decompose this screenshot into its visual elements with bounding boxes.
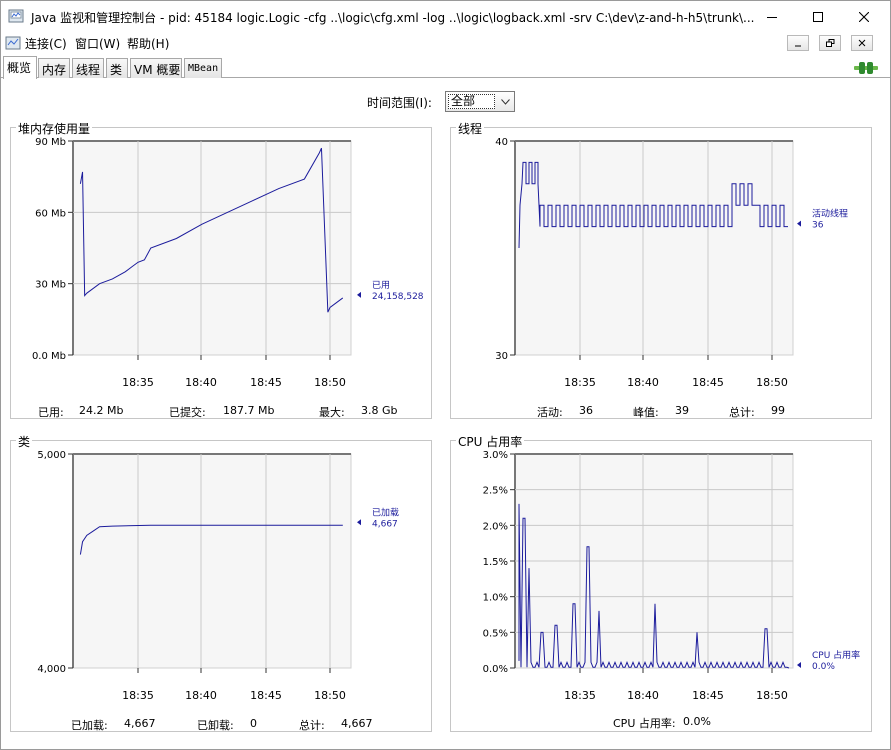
app-window: Java 监视和管理控制台 - pid: 45184 logic.Logic -…: [0, 0, 891, 750]
x-tick-label: 18:50: [314, 376, 346, 389]
classes-unloaded-value: 0: [250, 717, 257, 730]
classes-loaded-value: 4,667: [124, 717, 156, 730]
heap-used-label: 已用:: [38, 406, 64, 419]
plot-area: [72, 140, 352, 356]
y-tick-label: 30 Mb: [35, 280, 66, 291]
x-tick-label: 18:45: [250, 376, 282, 389]
cpu-usage-value: 0.0%: [683, 715, 711, 728]
heap-committed-label: 已提交:: [169, 406, 206, 419]
x-tick-label: 18:35: [122, 376, 154, 389]
y-tick-label: 90 Mb: [35, 137, 66, 148]
heap-max-value: 3.8 Gb: [361, 404, 398, 417]
threads-live-value: 36: [579, 404, 593, 417]
heap-chart: 90 Mb 60 Mb 30 Mb 0.0 Mb 18:35 18:40 18:45 18:5…: [32, 137, 424, 389]
x-tick-label: 18:40: [185, 376, 217, 389]
heap-used-value: 24.2 Mb: [79, 404, 124, 417]
heap-max-label: 最大:: [319, 406, 345, 419]
classes-loaded-label: 已加载:: [71, 719, 108, 732]
classes-total-label: 总计:: [299, 719, 325, 732]
cpu-usage-label: CPU 占用率:: [613, 717, 676, 730]
threads-total-value: 99: [771, 404, 785, 417]
classes-total-value: 4,667: [341, 717, 373, 730]
series-name-label: 已用: [372, 280, 390, 291]
classes-unloaded-label: 已卸载:: [197, 719, 234, 732]
y-tick-label: 0.0 Mb: [32, 351, 66, 362]
threads-peak-value: 39: [675, 404, 689, 417]
current-value-marker: [357, 291, 361, 298]
heap-committed-value: 187.7 Mb: [223, 404, 275, 417]
threads-peak-label: 峰值:: [633, 406, 659, 419]
threads-live-label: 活动:: [537, 406, 563, 419]
y-tick-label: 60 Mb: [35, 208, 66, 219]
series-current-value: 24,158,528: [372, 292, 424, 302]
threads-total-label: 总计:: [729, 406, 755, 419]
